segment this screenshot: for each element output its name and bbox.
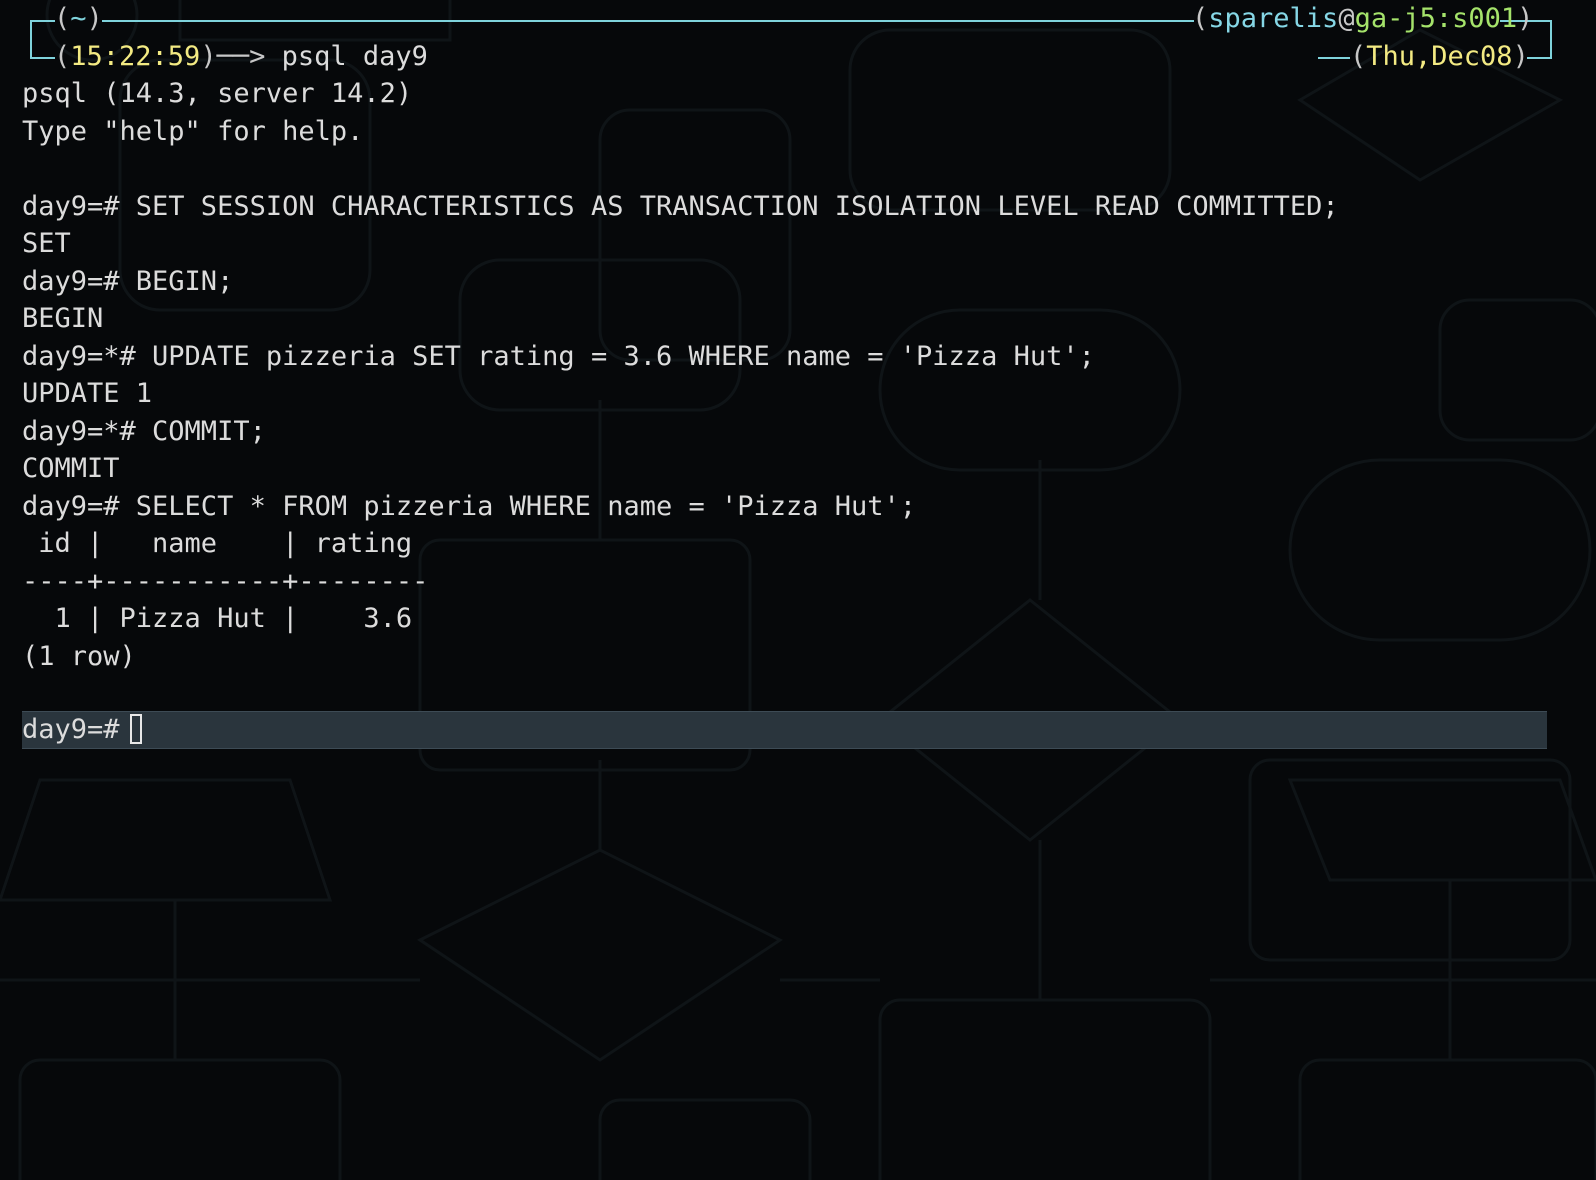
active-input-line[interactable]: day9=#: [22, 711, 1547, 749]
at-sign: @: [1338, 3, 1355, 34]
output-line: COMMIT: [22, 453, 120, 484]
output-line: psql (14.3, server 14.2): [22, 78, 413, 109]
output-line: SET: [22, 228, 71, 259]
terminal-window[interactable]: (~) (sparelis@ga-j5:s001) (15:22:59)──> …: [0, 0, 1596, 1180]
output-line: day9=*# UPDATE pizzeria SET rating = 3.6…: [22, 340, 1095, 372]
cwd-indicator: (~): [54, 0, 103, 38]
output-line: Type "help" for help.: [22, 115, 364, 147]
frame-top-line-left: [30, 20, 55, 22]
paren: ): [1517, 3, 1534, 34]
result-table-header: id | name | rating: [22, 528, 413, 559]
paren: ): [1512, 41, 1529, 72]
output-line: day9=# SET SESSION CHARACTERISTICS AS TR…: [22, 190, 1339, 222]
paren: (: [1350, 41, 1367, 72]
prompt-date: Thu,Dec08: [1366, 41, 1513, 72]
frame-left-bottom: [30, 57, 55, 59]
output-line: day9=# SELECT * FROM pizzeria WHERE name…: [22, 490, 917, 522]
user-host-indicator: (sparelis@ga-j5:s001): [1192, 0, 1533, 38]
frame-date-connector: [1318, 57, 1350, 59]
frame-top-line: [102, 20, 1194, 22]
result-table-row: 1 | Pizza Hut | 3.6: [22, 603, 413, 634]
cwd-text: ~: [70, 3, 87, 34]
paren: ): [200, 41, 217, 72]
terminal-output: psql (14.3, server 14.2) Type "help" for…: [22, 75, 1562, 713]
text-cursor[interactable]: [129, 713, 142, 744]
prompt-time: 15:22:59: [70, 41, 201, 72]
paren: (: [54, 41, 71, 72]
output-line: day9=*# COMMIT;: [22, 415, 266, 447]
output-line: day9=# BEGIN;: [22, 265, 234, 297]
username: sparelis: [1208, 3, 1339, 34]
date-indicator: (Thu,Dec08): [1350, 38, 1529, 76]
frame-right-bottom: [1527, 57, 1552, 59]
current-prompt: day9=#: [22, 714, 120, 745]
command-line: (15:22:59)──> psql day9: [54, 38, 428, 76]
output-line: UPDATE 1: [22, 378, 153, 409]
output-line: BEGIN: [22, 303, 104, 334]
result-table-separator: ----+-----------+--------: [22, 565, 429, 597]
result-row-count: (1 row): [22, 640, 136, 672]
frame-left-vertical: [30, 20, 32, 58]
paren: (: [54, 3, 71, 34]
typed-command: psql day9: [281, 41, 428, 72]
paren: ): [86, 3, 103, 34]
arrow-icon: ──>: [216, 41, 266, 72]
frame-right-vertical: [1550, 20, 1552, 59]
paren: (: [1192, 3, 1209, 34]
hostname: ga-j5:s001: [1354, 3, 1518, 34]
